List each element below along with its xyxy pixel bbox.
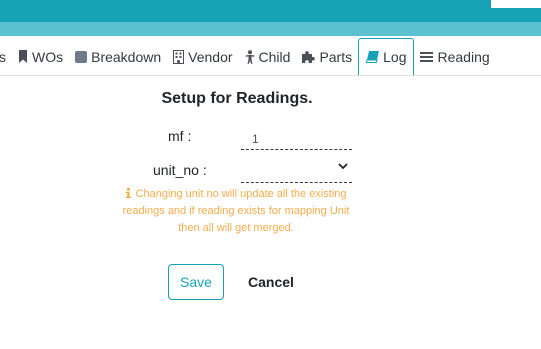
chevron-down-icon bbox=[338, 163, 348, 170]
info-icon bbox=[125, 188, 132, 198]
tab-parts[interactable]: Parts bbox=[296, 38, 358, 75]
tab-label: Parts bbox=[319, 48, 353, 65]
tab-label: WOs bbox=[32, 48, 64, 65]
unit-no-label: unit_no : bbox=[153, 162, 207, 178]
square-icon bbox=[75, 50, 88, 63]
tab-vendor[interactable]: Vendor bbox=[167, 38, 238, 75]
unit-no-select[interactable] bbox=[241, 156, 352, 183]
mf-input[interactable] bbox=[241, 126, 352, 150]
tab-wos[interactable]: WOs bbox=[12, 38, 69, 75]
tab-log[interactable]: Log bbox=[358, 38, 415, 75]
tab-bar: s WOs Breakdown Vendor Child Parts Log R… bbox=[0, 38, 541, 76]
tab-partial[interactable]: s bbox=[0, 38, 12, 75]
unit-change-warning: Changing unit no will update all the exi… bbox=[120, 186, 352, 237]
form-title: Setup for Readings. bbox=[161, 90, 313, 107]
tab-label: Vendor bbox=[188, 48, 233, 65]
puzzle-icon bbox=[302, 51, 316, 63]
save-button[interactable]: Save bbox=[168, 264, 224, 300]
tab-breakdown[interactable]: Breakdown bbox=[69, 38, 167, 75]
bookmark-icon bbox=[19, 50, 27, 63]
tab-label: Breakdown bbox=[91, 48, 162, 65]
tab-child[interactable]: Child bbox=[239, 38, 297, 75]
tab-label: Child bbox=[258, 48, 291, 65]
tab-label: Log bbox=[383, 49, 407, 65]
tab-label: Reading bbox=[437, 48, 490, 65]
app-subheader-bar bbox=[0, 22, 541, 36]
tab-label: s bbox=[0, 49, 6, 65]
book-icon bbox=[366, 51, 380, 63]
cancel-button[interactable]: Cancel bbox=[240, 264, 302, 300]
mf-label: mf : bbox=[168, 128, 192, 144]
child-icon bbox=[245, 49, 255, 64]
building-icon bbox=[173, 49, 185, 64]
warning-text: Changing unit no will update all the exi… bbox=[122, 188, 350, 234]
list-icon bbox=[420, 51, 434, 62]
tab-reading[interactable]: Reading bbox=[414, 38, 495, 75]
app-header-bar bbox=[0, 0, 541, 22]
header-notch bbox=[491, 0, 541, 8]
